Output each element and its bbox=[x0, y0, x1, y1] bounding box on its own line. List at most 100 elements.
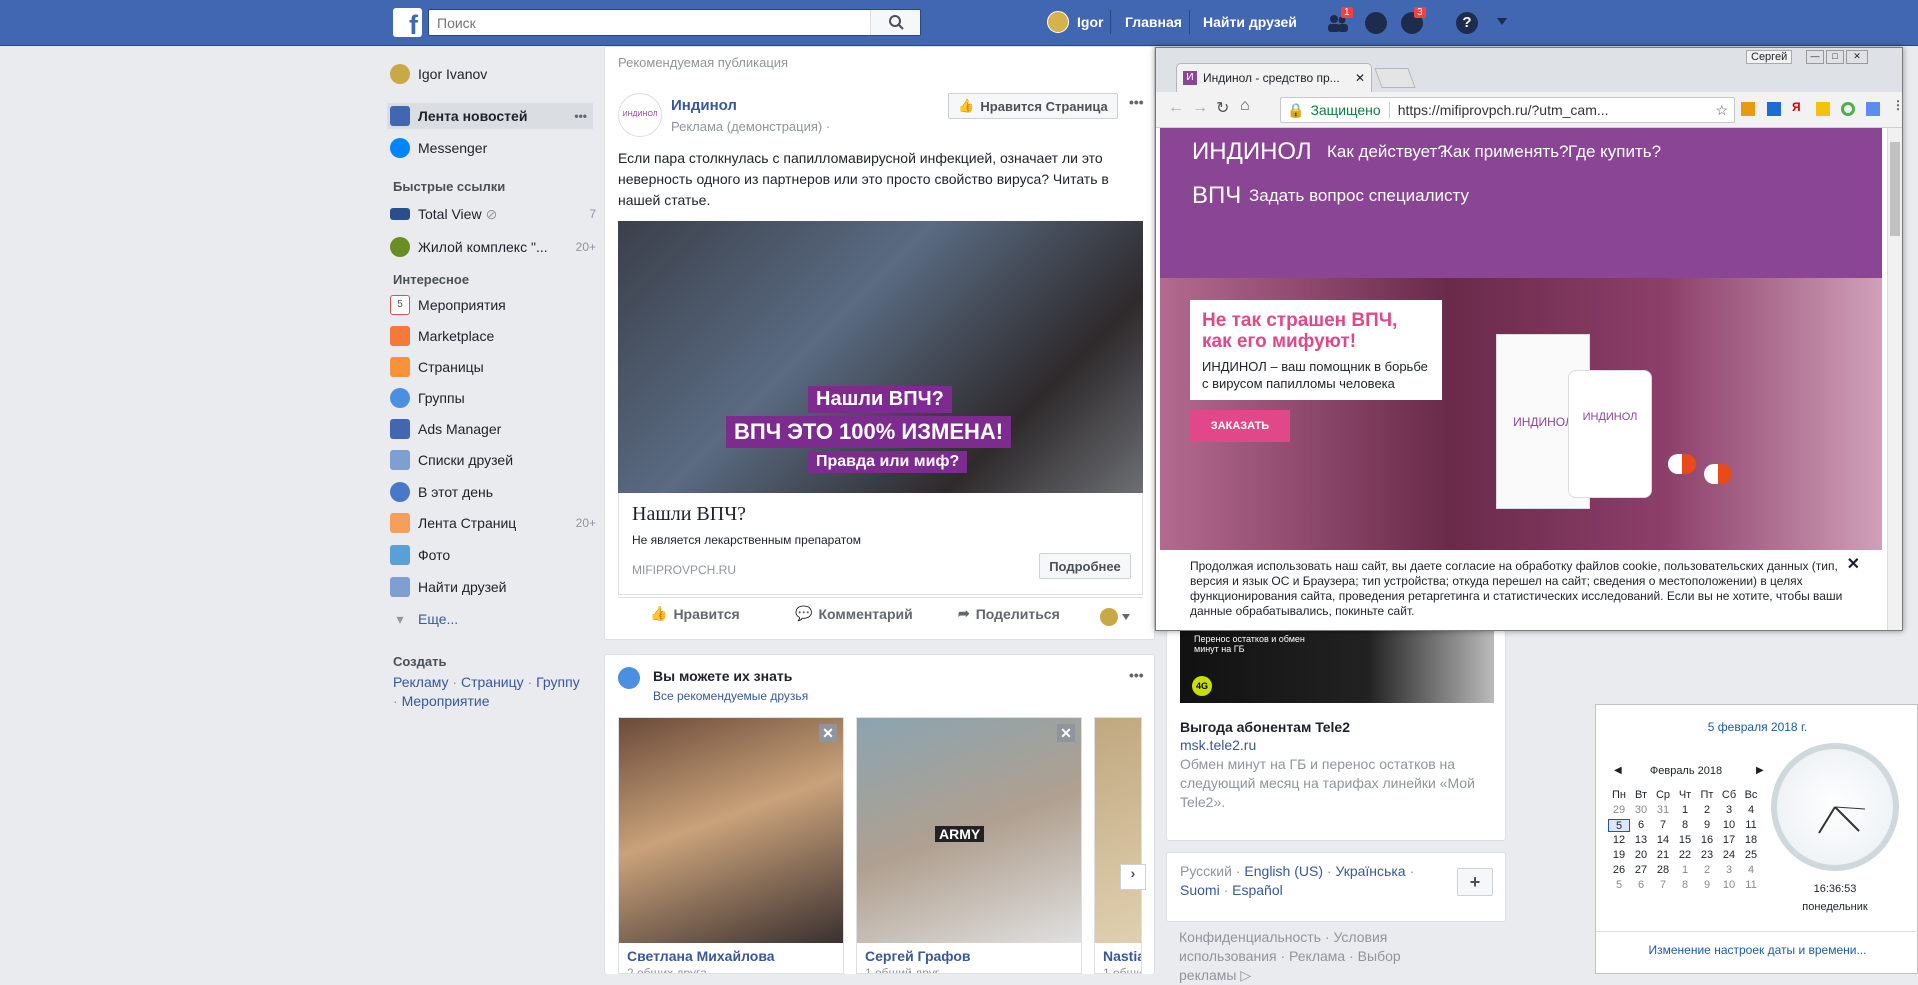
calendar-day[interactable]: 11 bbox=[1740, 819, 1762, 832]
maximize-icon[interactable]: □ bbox=[1826, 50, 1844, 64]
person-name[interactable]: Светлана Михайлова bbox=[627, 948, 775, 964]
person-card[interactable]: ARMY ✕ Сергей Графов 1 общий друг bbox=[856, 717, 1082, 974]
shield-extension-icon[interactable] bbox=[1767, 102, 1781, 116]
friend-requests-button[interactable]: 1 bbox=[1326, 7, 1353, 37]
chevron-down-icon[interactable] bbox=[1497, 18, 1507, 25]
calendar-day[interactable]: 1 bbox=[1674, 864, 1696, 877]
calendar-day[interactable]: 9 bbox=[1696, 879, 1718, 892]
calendar-day[interactable]: 21 bbox=[1652, 849, 1674, 862]
pymk-options-icon[interactable]: ••• bbox=[1129, 667, 1144, 683]
page-name[interactable]: Индинол bbox=[671, 97, 737, 114]
tele2-ad-title[interactable]: Выгода абонентам Tele2 bbox=[1180, 719, 1350, 735]
calendar-day[interactable]: 24 bbox=[1718, 849, 1740, 862]
address-bar[interactable]: 🔒 Защищено https://mifiprovpch.ru/?utm_c… bbox=[1280, 97, 1735, 123]
site-logo[interactable]: ИНДИНОЛ bbox=[1192, 138, 1312, 166]
tele2-ad[interactable]: Перенос остатков и обмен минут на ГБ 4G … bbox=[1166, 630, 1506, 841]
calendar-day[interactable]: 10 bbox=[1718, 879, 1740, 892]
create-ad-link[interactable]: Рекламу bbox=[393, 674, 449, 690]
sidebar-item-pages-feed[interactable]: Лента Страниц 20+ bbox=[390, 510, 596, 536]
calendar-day[interactable]: 30 bbox=[1630, 804, 1652, 817]
calendar-day[interactable]: 2 bbox=[1696, 864, 1718, 877]
next-month-icon[interactable]: ▶ bbox=[1756, 765, 1764, 776]
calendar-day[interactable]: 13 bbox=[1630, 834, 1652, 847]
calendar-day[interactable]: 20 bbox=[1630, 849, 1652, 862]
sidebar-item-messenger[interactable]: Messenger bbox=[390, 135, 596, 161]
sidebar-item-photos[interactable]: Фото bbox=[390, 542, 596, 568]
find-friends-link[interactable]: Найти друзей bbox=[1203, 14, 1297, 30]
site-ask-specialist[interactable]: Задать вопрос специалисту bbox=[1249, 186, 1469, 206]
calendar-day[interactable]: 15 bbox=[1674, 834, 1696, 847]
calendar-day[interactable]: 2 bbox=[1696, 804, 1718, 817]
like-button[interactable]: 👍 Нравится bbox=[650, 605, 740, 622]
bookmark-star-icon[interactable]: ☆ bbox=[1715, 102, 1728, 119]
lang-finnish[interactable]: Suomi bbox=[1180, 882, 1220, 898]
extension-icon[interactable] bbox=[1841, 102, 1855, 116]
sidebar-item-housing[interactable]: Жилой комплекс "... 20+ bbox=[390, 234, 596, 260]
calendar-day[interactable]: 11 bbox=[1740, 879, 1762, 892]
scrollbar[interactable] bbox=[1887, 128, 1902, 630]
more-options-icon[interactable]: ••• bbox=[574, 109, 587, 123]
site-vpch[interactable]: ВПЧ bbox=[1192, 182, 1241, 210]
minimize-icon[interactable]: — bbox=[1806, 50, 1824, 64]
sidebar-item-marketplace[interactable]: Marketplace bbox=[390, 323, 596, 349]
calendar-day[interactable]: 26 bbox=[1608, 864, 1630, 877]
close-icon[interactable]: ✕ bbox=[819, 724, 837, 742]
site-nav-how-to-use[interactable]: Как применять? bbox=[1443, 142, 1569, 162]
tab-close-icon[interactable]: ✕ bbox=[1355, 71, 1365, 85]
calendar-day[interactable]: 6 bbox=[1630, 879, 1652, 892]
sidebar-item-ads-manager[interactable]: Ads Manager bbox=[390, 416, 596, 442]
user-link[interactable]: Igor bbox=[1077, 14, 1103, 30]
audience-avatar[interactable] bbox=[1100, 608, 1118, 626]
calendar-day[interactable]: 10 bbox=[1718, 819, 1740, 832]
calendar-day[interactable]: 9 bbox=[1696, 819, 1718, 832]
sidebar-item-events[interactable]: 5 Мероприятия bbox=[390, 292, 596, 318]
calendar-day[interactable]: 27 bbox=[1630, 864, 1652, 877]
cookie-close-icon[interactable]: ✕ bbox=[1847, 554, 1860, 574]
home-icon[interactable]: ⌂ bbox=[1240, 97, 1250, 115]
extension-icon[interactable] bbox=[1816, 102, 1830, 116]
privacy-link[interactable]: Конфиденциальность bbox=[1179, 929, 1321, 945]
calendar-day[interactable]: 12 bbox=[1608, 834, 1630, 847]
sidebar-item-on-this-day[interactable]: В этот день bbox=[390, 479, 596, 505]
calendar-day[interactable]: 22 bbox=[1674, 849, 1696, 862]
lang-ukrainian[interactable]: Українська bbox=[1335, 863, 1405, 879]
person-photo[interactable] bbox=[619, 718, 843, 943]
messenger-icon[interactable] bbox=[1365, 12, 1387, 34]
sidebar-item-find-friends[interactable]: Найти друзей bbox=[390, 574, 596, 600]
person-card[interactable]: Nastia 1 общий друг bbox=[1094, 717, 1142, 974]
calendar-day[interactable]: 25 bbox=[1740, 849, 1762, 862]
profile-link[interactable]: Igor Ivanov bbox=[390, 61, 596, 87]
calendar-day[interactable]: 16 bbox=[1696, 834, 1718, 847]
back-icon[interactable]: ← bbox=[1168, 99, 1184, 117]
chevron-down-icon[interactable] bbox=[1122, 614, 1130, 620]
add-language-button[interactable]: + bbox=[1457, 868, 1493, 896]
prev-month-icon[interactable]: ◀ bbox=[1614, 765, 1622, 776]
calendar-day[interactable]: 5 bbox=[1608, 879, 1630, 892]
close-icon[interactable]: ✕ bbox=[1057, 724, 1075, 742]
extension-icon[interactable] bbox=[1866, 102, 1880, 116]
chrome-tab[interactable]: И Индинол - средство пр... ✕ bbox=[1176, 63, 1372, 92]
create-group-link[interactable]: Группу bbox=[536, 674, 580, 690]
tele2-ad-domain[interactable]: msk.tele2.ru bbox=[1180, 737, 1256, 753]
search-button[interactable] bbox=[870, 10, 920, 35]
link-preview[interactable]: Нашли ВПЧ? Не является лекарственным пре… bbox=[618, 493, 1143, 595]
calendar-day[interactable]: 3 bbox=[1718, 864, 1740, 877]
site-nav-where-to-buy[interactable]: Где купить? bbox=[1568, 142, 1661, 162]
calendar-day[interactable]: 8 bbox=[1674, 819, 1696, 832]
chrome-profile-button[interactable]: Сергей bbox=[1746, 50, 1793, 64]
person-name[interactable]: Сергей Графов bbox=[865, 948, 971, 964]
create-page-link[interactable]: Страницу bbox=[461, 674, 524, 690]
window-close-icon[interactable]: ✕ bbox=[1846, 50, 1868, 64]
calendar-day[interactable]: 4 bbox=[1740, 864, 1762, 877]
person-name[interactable]: Nastia bbox=[1103, 948, 1141, 964]
calendar-day[interactable]: 19 bbox=[1608, 849, 1630, 862]
calendar-day[interactable]: 23 bbox=[1696, 849, 1718, 862]
page-avatar[interactable]: ИНДИНОЛ bbox=[618, 93, 662, 137]
yandex-icon[interactable]: Я bbox=[1792, 100, 1801, 114]
person-card[interactable]: ✕ Светлана Михайлова 2 общих друга bbox=[618, 717, 844, 974]
search-input[interactable] bbox=[429, 10, 869, 35]
calendar-day[interactable]: 1 bbox=[1674, 804, 1696, 817]
create-event-link[interactable]: Мероприятие bbox=[402, 693, 490, 709]
chrome-menu-icon[interactable]: ⋮ bbox=[1892, 98, 1902, 112]
calendar-day[interactable]: 29 bbox=[1608, 804, 1630, 817]
